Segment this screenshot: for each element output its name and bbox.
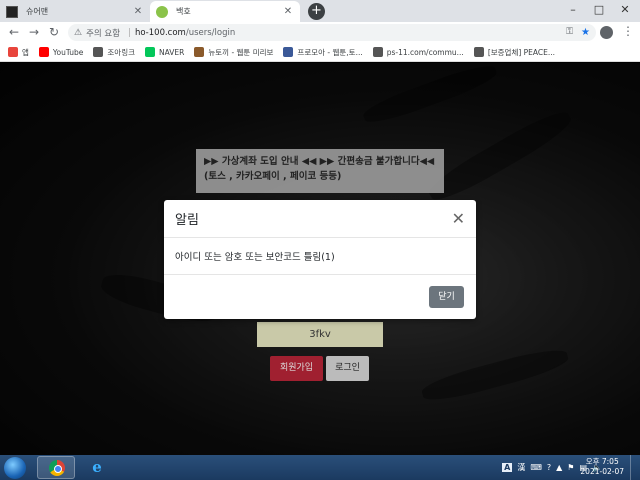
reload-icon[interactable]: ↻ [46, 24, 62, 40]
page-content: ▶▶ 가상계좌 도입 안내 ◀◀ ▶▶ 간편송금 불가합니다◀◀ (토스 , 카… [0, 63, 640, 455]
bookmark-item[interactable]: [보증업체] PEACE... [473, 47, 556, 58]
modal-footer: 닫기 [164, 275, 476, 319]
input-language[interactable]: A [502, 463, 513, 472]
signup-button[interactable]: 회원가입 [270, 356, 323, 381]
bookmark-item[interactable]: YouTube [38, 47, 84, 57]
url-text: ho-100.com/users/login [135, 28, 235, 38]
globe-icon [93, 47, 104, 57]
bookmark-label: 뉴토끼 - 웹툰 미리보 [208, 47, 274, 57]
bookmark-label: 프로모아 - 웹툰,토... [297, 47, 363, 57]
help-icon[interactable]: ? [547, 463, 551, 472]
tab-title: 슈어맨 [26, 7, 49, 16]
star-icon[interactable]: ★ [581, 27, 590, 38]
clock-time: 오후 7:05 [585, 457, 619, 466]
tab-close-icon[interactable]: ✕ [282, 6, 294, 17]
tray-expand-icon[interactable]: ▲ [556, 463, 562, 472]
taskbar: e A 漢 ⌨ ? ▲ ⚑ ▤ 🔈 오후 7:05 2021-02-07 [0, 455, 640, 480]
chrome-icon [49, 460, 65, 476]
rabbit-icon [194, 47, 205, 57]
tab-active[interactable]: 백호 ✕ [150, 1, 300, 22]
modal-header: 알림 ✕ [164, 200, 476, 238]
security-label: 주의 요함 [86, 28, 121, 39]
site-favicon-icon [6, 5, 18, 18]
bookmark-item[interactable]: 프로모아 - 웹툰,토... [283, 47, 363, 58]
start-button[interactable] [4, 457, 26, 479]
bookmarks-bar: 앱 YouTube 조아링크 NAVER 뉴토끼 - 웹툰 미리보 프로모아 - 웹툰,토… [0, 43, 640, 62]
login-button[interactable]: 로그인 [326, 356, 369, 381]
bookmark-item[interactable]: 앱 [8, 47, 29, 58]
modal-message: 아이디 또는 암호 또는 보안코드 틀림(1) [164, 238, 476, 275]
tab-title: 백호 [176, 7, 191, 16]
divider: | [128, 27, 131, 38]
url-host: ho-100.com [134, 27, 186, 38]
url-path: /users/login [185, 27, 236, 38]
profile-icon[interactable] [600, 26, 613, 39]
captcha-code: 3fkv [257, 322, 383, 347]
browser-toolbar: ← → ↻ ⚠ 주의 요함 | ho-100.com/users/login ⚿… [0, 22, 640, 43]
flag-icon[interactable]: ⚑ [567, 463, 574, 472]
bookmark-label: YouTube [52, 47, 84, 57]
bookmark-item[interactable]: 조아링크 [93, 47, 135, 58]
bookmark-label: [보증업체] PEACE... [487, 47, 556, 57]
bookmark-label: 조아링크 [107, 47, 136, 57]
globe-icon [372, 47, 383, 57]
forward-icon[interactable]: → [26, 24, 42, 40]
alert-modal: 알림 ✕ 아이디 또는 암호 또는 보안코드 틀림(1) 닫기 [164, 200, 476, 319]
tab-close-icon[interactable]: ✕ [132, 6, 144, 17]
minimize-icon[interactable]: – [560, 0, 586, 20]
menu-icon[interactable]: ⋮ [622, 24, 634, 38]
apps-icon [8, 47, 18, 57]
maximize-icon[interactable]: □ [586, 0, 612, 20]
bookmark-label: 앱 [22, 47, 29, 57]
omnibox-actions: ⚿ ★ [566, 27, 590, 38]
modal-title: 알림 [175, 213, 199, 228]
close-icon[interactable]: ✕ [452, 209, 465, 228]
clock-date: 2021-02-07 [580, 467, 624, 476]
clock[interactable]: 오후 7:05 2021-02-07 [580, 457, 624, 477]
ime-mode[interactable]: 漢 [517, 462, 525, 473]
bookmark-item[interactable]: NAVER [145, 47, 184, 57]
site-favicon-icon [156, 5, 168, 18]
close-button[interactable]: 닫기 [429, 286, 464, 308]
ie-taskbar-button[interactable]: e [78, 456, 116, 479]
tab-strip: 슈어맨 ✕ 백호 ✕ + – □ ✕ [0, 0, 640, 22]
internet-explorer-icon: e [92, 458, 102, 476]
warning-icon: ⚠ [74, 27, 83, 38]
notice-banner: ▶▶ 가상계좌 도입 안내 ◀◀ ▶▶ 간편송금 불가합니다◀◀ (토스 , 카… [196, 149, 444, 193]
bookmark-label: ps-11.com/commu... [386, 47, 464, 57]
chrome-taskbar-button[interactable] [37, 456, 75, 479]
key-icon[interactable]: ⚿ [566, 27, 573, 38]
bookmark-item[interactable]: ps-11.com/commu... [372, 47, 464, 57]
globe-icon [473, 47, 484, 57]
window-close-icon[interactable]: ✕ [612, 0, 638, 20]
tab-inactive[interactable]: 슈어맨 ✕ [0, 1, 150, 22]
address-bar[interactable]: ⚠ 주의 요함 | ho-100.com/users/login ⚿ ★ [68, 24, 596, 41]
promoa-icon [283, 47, 294, 57]
keyboard-icon[interactable]: ⌨ [530, 463, 542, 472]
back-icon[interactable]: ← [6, 24, 22, 40]
show-desktop-button[interactable] [630, 455, 640, 480]
new-tab-button[interactable]: + [308, 3, 325, 20]
bookmark-item[interactable]: 뉴토끼 - 웹툰 미리보 [194, 47, 273, 58]
youtube-icon [38, 47, 49, 57]
naver-icon [145, 47, 156, 57]
bookmark-label: NAVER [159, 47, 185, 57]
